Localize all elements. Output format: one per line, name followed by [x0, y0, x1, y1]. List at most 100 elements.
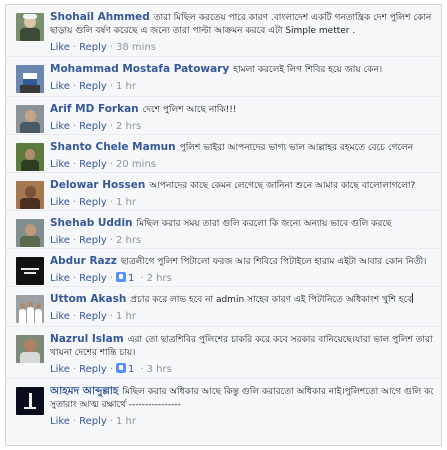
thumbs-up-icon: [116, 363, 127, 373]
avatar[interactable]: [16, 143, 44, 171]
reply-link[interactable]: Reply: [79, 273, 107, 284]
comment: Shehab Uddin মিছিল করার সময় তারা গুলি কর…: [6, 211, 441, 249]
comment: Shanto Chele Mamun পুলিশ ভাইরা আপনাদের ভা…: [6, 135, 441, 173]
separator: ·: [109, 416, 114, 427]
like-link[interactable]: Like: [50, 121, 70, 132]
timestamp[interactable]: 2 hrs: [147, 273, 172, 284]
comment-text: এরা তো ছাত্রশিবির পুলিশের চাকরি করে কবে …: [127, 335, 433, 345]
commenter-name[interactable]: Arif MD Forkan: [50, 103, 139, 115]
like-link[interactable]: Like: [50, 273, 70, 284]
commenter-name[interactable]: Shanto Chele Mamun: [50, 141, 176, 153]
timestamp[interactable]: 1 hr: [116, 311, 136, 322]
separator: ·: [109, 364, 114, 375]
comment-actions: Like · Reply · 2 hrs: [50, 234, 433, 248]
avatar[interactable]: [16, 65, 44, 93]
comment-actions: Like · Reply · 2 hrs: [50, 120, 433, 134]
avatar[interactable]: [16, 219, 44, 247]
comment-text: মিছিল করার অধিকার আছে কিন্তু গুলি করারতো…: [122, 387, 433, 397]
comment-text-continued: খায়না দেশের শান্তি চায়।: [50, 348, 136, 358]
reply-link[interactable]: Reply: [79, 235, 107, 246]
comment-text: আপনাদের কাছে কেমন লেগেছে জানিনা শুনে আমা…: [149, 181, 416, 191]
like-link[interactable]: Like: [50, 159, 70, 170]
like-count[interactable]: 1: [128, 273, 134, 284]
commenter-name[interactable]: Shohail Ahmmed: [50, 11, 150, 23]
avatar[interactable]: [16, 13, 44, 41]
separator: ·: [109, 273, 114, 284]
commenter-name[interactable]: Delowar Hossen: [50, 179, 145, 191]
reply-link[interactable]: Reply: [79, 416, 107, 427]
separator: ·: [72, 235, 77, 246]
reply-link[interactable]: Reply: [79, 364, 107, 375]
timestamp[interactable]: 3 hrs: [147, 364, 172, 375]
timestamp[interactable]: 2 hrs: [116, 121, 141, 132]
comment-text: দেশে পুলিশ আছে নাকি!!!: [142, 105, 237, 115]
like-link[interactable]: Like: [50, 81, 70, 92]
timestamp[interactable]: 1 hr: [116, 81, 136, 92]
comment-text: হামলা করলেই লিগ শিবির হয়ে জায় কেন।: [233, 65, 383, 75]
like-link[interactable]: Like: [50, 235, 70, 246]
separator: ·: [109, 197, 114, 208]
comments-panel: Shohail Ahmmed তারা মিছিল করতেয় পারে কার…: [5, 4, 442, 446]
like-link[interactable]: Like: [50, 311, 70, 322]
commenter-name[interactable]: আহমদ আব্দুল্লাহ: [50, 385, 118, 397]
avatar[interactable]: [16, 335, 44, 363]
comment-actions: Like · Reply · 1 · 3 hrs: [50, 363, 433, 377]
comment-actions: Like · Reply · 1 · 2 hrs: [50, 272, 433, 286]
separator: ·: [72, 273, 77, 284]
avatar[interactable]: [16, 295, 44, 323]
thumbs-up-icon: [116, 272, 127, 282]
reply-link[interactable]: Reply: [79, 42, 107, 53]
commenter-name[interactable]: Nazrul Islam: [50, 333, 124, 345]
comment: Uttom Akash প্রচার করে লাভ হবে না admin স…: [6, 287, 441, 327]
comment: Abdur Razz ছাত্রলীগে পুলিশ পিটালো ফরজ আর …: [6, 249, 441, 287]
timestamp[interactable]: 38 mins: [116, 42, 156, 53]
separator: ·: [109, 311, 114, 322]
reply-link[interactable]: Reply: [79, 159, 107, 170]
comment: Arif MD Forkan দেশে পুলিশ আছে নাকি!!! Lik…: [6, 97, 441, 135]
separator: ·: [109, 81, 114, 92]
text-cursor: [412, 293, 414, 303]
like-count[interactable]: 1: [128, 364, 134, 375]
comment: Mohammad Mostafa Patowary হামলা করলেই লিগ…: [6, 57, 441, 97]
comment-actions: Like · Reply · 1 hr: [50, 415, 433, 429]
separator: ·: [140, 364, 144, 375]
separator: ·: [72, 42, 77, 53]
timestamp[interactable]: 2 hrs: [116, 235, 141, 246]
comment-text: পুলিশ ভাইরা আপনাদের ভাগ্য ভাল আল্লাহর রহ…: [179, 143, 414, 153]
timestamp[interactable]: 1 hr: [116, 416, 136, 427]
reply-link[interactable]: Reply: [79, 121, 107, 132]
separator: ·: [109, 235, 114, 246]
commenter-name[interactable]: Shehab Uddin: [50, 217, 133, 229]
separator: ·: [72, 416, 77, 427]
comment-actions: Like · Reply · 1 hr: [50, 310, 433, 324]
avatar[interactable]: [16, 105, 44, 133]
like-link[interactable]: Like: [50, 416, 70, 427]
comment-text: মিছিল করার সময় তারা গুলি করলো কি জন্যে …: [136, 219, 392, 229]
separator: ·: [72, 311, 77, 322]
separator: ·: [140, 273, 144, 284]
timestamp[interactable]: 20 mins: [116, 159, 156, 170]
comment-actions: Like · Reply · 1 hr: [50, 196, 433, 210]
reply-link[interactable]: Reply: [79, 81, 107, 92]
reply-link[interactable]: Reply: [79, 197, 107, 208]
comment: আহমদ আব্দুল্লাহ মিছিল করার অধিকার আছে কিন…: [6, 379, 441, 437]
separator: ·: [109, 121, 114, 132]
avatar[interactable]: [16, 257, 44, 285]
like-link[interactable]: Like: [50, 197, 70, 208]
separator: ·: [72, 121, 77, 132]
avatar[interactable]: [16, 181, 44, 209]
avatar[interactable]: [16, 387, 44, 415]
like-link[interactable]: Like: [50, 364, 70, 375]
separator: ·: [109, 159, 114, 170]
commenter-name[interactable]: Abdur Razz: [50, 255, 117, 267]
separator: ·: [109, 42, 114, 53]
commenter-name[interactable]: Mohammad Mostafa Patowary: [50, 63, 229, 75]
reply-link[interactable]: Reply: [79, 311, 107, 322]
timestamp[interactable]: 1 hr: [116, 197, 136, 208]
commenter-name[interactable]: Uttom Akash: [50, 293, 126, 305]
comment: Delowar Hossen আপনাদের কাছে কেমন লেগেছে জ…: [6, 173, 441, 211]
comment: Shohail Ahmmed তারা মিছিল করতেয় পারে কার…: [6, 5, 441, 57]
like-link[interactable]: Like: [50, 42, 70, 53]
separator: ·: [72, 159, 77, 170]
separator: ·: [72, 197, 77, 208]
